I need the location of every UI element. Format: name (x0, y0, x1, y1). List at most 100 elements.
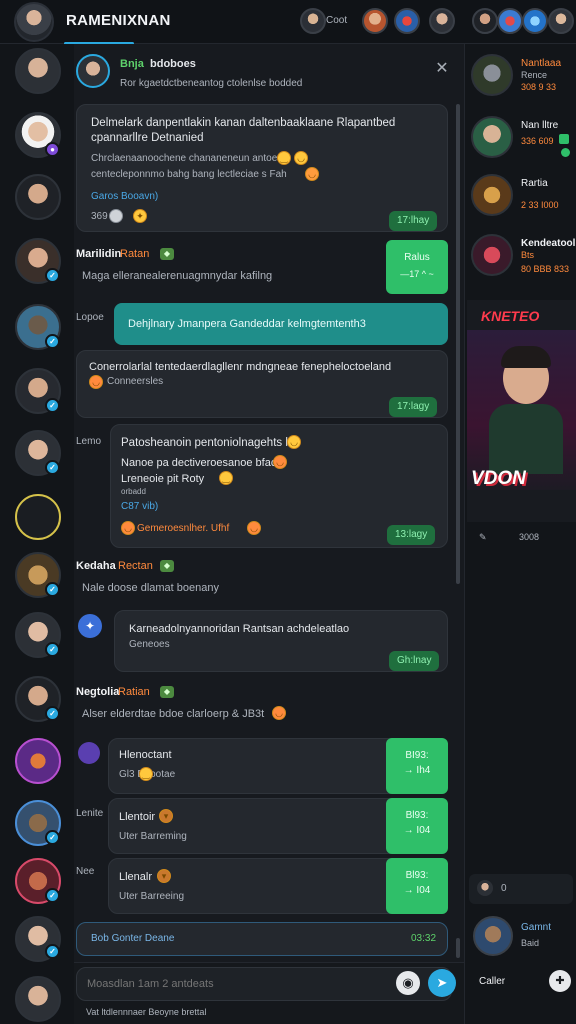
server-avatar[interactable] (471, 54, 513, 96)
stat-detail: → I04 (403, 885, 431, 896)
sender-name: Marilidin (76, 248, 122, 260)
server-sub: Rence (521, 70, 548, 80)
game-controller-icon[interactable]: ✚ (549, 970, 571, 992)
friend-avatar[interactable] (472, 8, 498, 34)
pinned-text: Ror kgaetdctbeneantog ctolenlse bodded (120, 78, 303, 89)
server-sub: 308 9 33 (521, 82, 557, 92)
rank-badge-icon: ◆ (160, 560, 174, 572)
member-avatar[interactable] (15, 48, 61, 94)
message-time: 03:32 (411, 933, 437, 944)
verified-icon: ✓ (45, 582, 60, 597)
message-bubble: Karneadolnyannoridan Rantsan achdeleatla… (114, 610, 448, 672)
sparkle-icon[interactable]: ✦ (78, 614, 102, 638)
verified-icon: ✓ (45, 706, 60, 721)
mini-count: 0 (501, 883, 507, 894)
stat-detail: → I04 (403, 825, 431, 836)
message-text: Uter Barreming (119, 831, 187, 842)
server-sub: 80 BBB 833 (521, 264, 570, 274)
server-avatar[interactable] (471, 234, 513, 276)
game-invite-card[interactable]: Ralus —17 ^ ~ (386, 240, 448, 294)
server-avatar[interactable] (471, 116, 513, 158)
message-text: Patosheanoin pentoniolnagehts h3 (121, 437, 299, 449)
message-text: Uter Barreeing (119, 891, 185, 902)
message-label: Lemo (76, 436, 102, 447)
server-icon[interactable] (15, 494, 61, 540)
scrollbar-thumb[interactable] (456, 104, 460, 584)
member-avatar[interactable] (15, 738, 61, 784)
profile-avatar[interactable] (14, 2, 54, 42)
streamer-hair (501, 346, 551, 368)
message-bubble: Conerrolarlal tentedaerdlagllenr mdngnea… (76, 350, 448, 418)
stream-title: KNETEO (481, 308, 540, 324)
composer-bar: ◉ ➤ Vat ltdlennnaer Beoyne brettal (74, 962, 464, 1024)
game-stat-card[interactable]: BI93: → Ih4 (386, 738, 448, 794)
friend-avatar[interactable] (362, 8, 388, 34)
composer-footer: Vat ltdlennnaer Beoyne brettal (86, 1007, 207, 1017)
mini-card[interactable]: 0 (469, 874, 573, 904)
invite-detail: —17 ^ ~ (400, 269, 434, 279)
message-link[interactable]: Garos Booavn) (91, 191, 158, 202)
game-icon[interactable] (394, 8, 420, 34)
pinned-avatar[interactable] (76, 54, 110, 88)
laugh-emoji-icon: ◡ (305, 167, 319, 181)
smile-emoji-icon: ‿ (219, 471, 233, 485)
member-avatar[interactable] (15, 976, 61, 1022)
thumbs-icon[interactable] (109, 209, 123, 223)
app-window: RAMENIXNAN Coot ● ✓ ✓ ✓ ✓ ✓ ✓ ✓ ✓ ✓ ✓ Bn… (0, 0, 576, 1024)
message-text: Nanoe pa dectiveroesanoe bfac (121, 457, 277, 469)
stream-brand: VDON (471, 468, 526, 489)
fire-emoji-icon: ◡ (121, 521, 135, 535)
send-icon[interactable]: ➤ (428, 969, 456, 997)
smile-emoji-icon: ‿ (277, 151, 291, 165)
message-time: 13:lagy (387, 525, 436, 545)
game-icon[interactable] (497, 8, 523, 34)
message-text: Conerrolarlal tentedaerdlagllenr mdngnea… (89, 361, 392, 373)
status-icon (561, 148, 570, 157)
verified-icon: ✓ (45, 944, 60, 959)
message-text: Chrclaenaanoochene chananeneun antoe (91, 153, 278, 164)
stat-value: Bl93: (405, 810, 429, 821)
sender-name: Kedaha (76, 560, 116, 572)
server-sub: 336 609 (521, 136, 554, 146)
dm-avatar[interactable] (473, 916, 513, 956)
online-icon (559, 134, 569, 144)
scrollbar-thumb[interactable] (456, 938, 460, 958)
game-stat-card[interactable]: Bl93: → I04 (386, 858, 448, 914)
friend-avatar[interactable] (300, 8, 326, 34)
game-icon[interactable] (78, 742, 100, 764)
server-name: Kendeatool (521, 238, 576, 249)
bear-emoji-icon: ▾ (159, 809, 173, 823)
pencil-icon[interactable]: ✎ (479, 532, 487, 543)
game-icon[interactable] (522, 8, 548, 34)
stat-detail: → Ih4 (403, 765, 431, 776)
message-title: Llentoir (119, 811, 156, 823)
smile-emoji-icon: ‿ (139, 767, 153, 781)
game-stat-card[interactable]: Bl93: → I04 (386, 798, 448, 854)
pinned-name: Bnja (120, 58, 144, 70)
status-badge: ● (45, 142, 60, 157)
server-sub: 2 33 I000 (521, 200, 559, 210)
verified-icon: ✓ (45, 830, 60, 845)
stream-promo[interactable]: KNETEO VDON (467, 300, 576, 522)
verified-icon: ✓ (45, 642, 60, 657)
clap-emoji-icon[interactable]: ✦ (133, 209, 147, 223)
message-text: Bob Gonter Deane (91, 933, 175, 944)
viewer-count: 3008 (519, 532, 540, 542)
server-avatar[interactable] (471, 174, 513, 216)
friend-avatar[interactable] (548, 8, 574, 34)
right-sidebar: Nantlaaa Rence 308 9 33 Nan lltre 336 60… (464, 44, 576, 1024)
sender-role: Ratan (120, 248, 150, 260)
message-bubble: Patosheanoin pentoniolnagehts h3 ◡ Nanoe… (110, 424, 448, 548)
close-icon[interactable]: ✕ (432, 59, 452, 79)
friend-avatar[interactable] (429, 8, 455, 34)
emoji-picker-icon[interactable]: ◉ (396, 971, 420, 995)
sender-name: Negtolia (76, 686, 120, 698)
highlight-message[interactable]: Dehjlnary Jmanpera Gandeddar kelmgtemten… (114, 303, 448, 345)
reaction-count[interactable]: 369 (91, 211, 108, 222)
message-link[interactable]: C87 vib) (121, 501, 158, 512)
pinned-role: bdoboes (150, 58, 196, 70)
message-text: centecleponnmo bahg bang lectleciae s Fa… (91, 169, 287, 180)
message-label: Lopoe (76, 312, 104, 323)
dm-name: Gamnt (521, 922, 552, 933)
member-avatar[interactable] (15, 174, 61, 220)
